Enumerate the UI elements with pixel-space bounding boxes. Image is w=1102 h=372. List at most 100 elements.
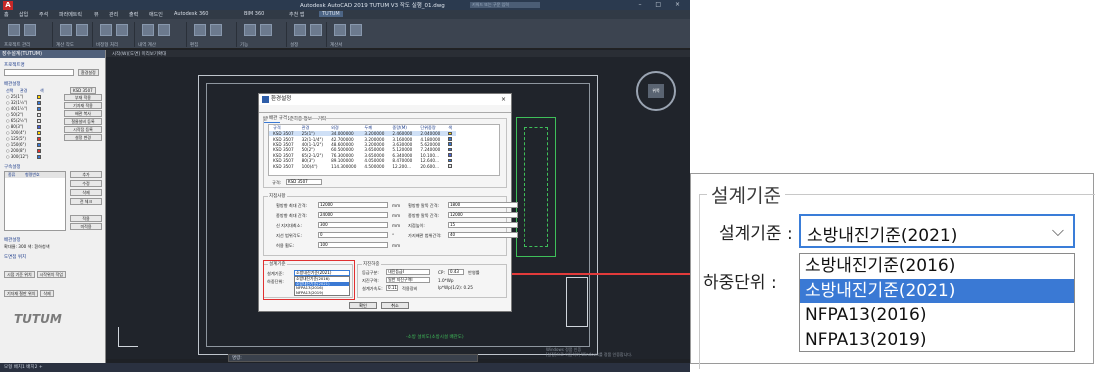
color-swatch[interactable] bbox=[448, 164, 453, 168]
color-swatch[interactable] bbox=[448, 131, 453, 136]
ribbon-tool-icon[interactable] bbox=[158, 24, 170, 36]
ribbon-tool-icon[interactable] bbox=[100, 24, 112, 36]
seismic-grade-select[interactable]: 내진등급Ⅰ bbox=[386, 269, 430, 275]
color-swatch[interactable] bbox=[448, 147, 453, 152]
ribbon-tab[interactable]: Autodesk 360 bbox=[174, 11, 209, 17]
ok-button[interactable]: 확인 bbox=[349, 302, 377, 309]
color-swatch[interactable] bbox=[36, 125, 41, 129]
anchor-button[interactable]: 시작위치 작업 bbox=[36, 271, 66, 278]
color-swatch[interactable] bbox=[36, 137, 41, 141]
support-action-button[interactable]: 추가 bbox=[70, 171, 102, 178]
anchor-button[interactable]: 시점 기준 위치 bbox=[4, 271, 35, 278]
ribbon-tool-icon[interactable] bbox=[334, 24, 346, 36]
ratio-checkbox[interactable]: 반영률 bbox=[468, 270, 480, 276]
color-swatch[interactable] bbox=[36, 119, 41, 123]
autocad-logo-icon[interactable]: A bbox=[3, 1, 13, 10]
color-swatch[interactable] bbox=[36, 107, 41, 111]
callout-option[interactable]: NFPA13(2019) bbox=[800, 328, 1074, 353]
callout-option-list[interactable]: 소방내진기준(2016) 소방내진기준(2021) NFPA13(2016) NFPA… bbox=[799, 253, 1075, 352]
color-swatch[interactable] bbox=[36, 101, 41, 105]
ribbon-tab[interactable]: 뷰 bbox=[94, 11, 99, 18]
color-swatch[interactable] bbox=[36, 143, 41, 147]
apply-equipment-checkbox[interactable]: 적용장비 bbox=[402, 286, 417, 292]
support-action-button[interactable]: 수정 bbox=[70, 180, 102, 187]
zone-select[interactable]: 일반 지진구역Ⅰ bbox=[386, 277, 430, 283]
factor-field[interactable]: 0.11 bbox=[386, 285, 398, 291]
spacing-field-input[interactable]: 100 bbox=[318, 242, 388, 248]
spacing-field-input[interactable]: 24000 bbox=[318, 212, 388, 218]
support-list[interactable]: 종류 형명번호 bbox=[4, 171, 66, 231]
ribbon-tool-icon[interactable] bbox=[8, 24, 20, 36]
chevron-down-icon[interactable]: ⌵ bbox=[1052, 221, 1064, 241]
option-row[interactable]: 확대율: 300 색: 흰하청색 bbox=[4, 244, 101, 250]
spacing-field-input[interactable]: 0 bbox=[318, 232, 388, 238]
ribbon-tool-icon[interactable] bbox=[350, 24, 362, 36]
ribbon-tab[interactable]: 추천 앱 bbox=[289, 11, 304, 18]
steel-action-button[interactable]: 기자재 적용 bbox=[64, 102, 102, 109]
ribbon-tool-icon[interactable] bbox=[210, 24, 222, 36]
search-input[interactable]: 키워드 또는 구문 입력 bbox=[470, 2, 540, 8]
close-icon[interactable]: × bbox=[501, 94, 506, 105]
spacing-field-input[interactable]: 12000 bbox=[448, 212, 518, 218]
spacing-field-input[interactable]: 12000 bbox=[318, 202, 388, 208]
ribbon-tool-icon[interactable] bbox=[260, 24, 272, 36]
cancel-button[interactable]: 취소 bbox=[381, 302, 409, 309]
environment-settings-button[interactable]: 환경설정 bbox=[78, 69, 99, 76]
ribbon-tab[interactable]: 관리 bbox=[109, 11, 118, 18]
anchor-button[interactable]: 기자재 철판 위치 bbox=[4, 290, 39, 297]
ribbon-tool-icon[interactable] bbox=[116, 24, 128, 36]
color-swatch[interactable] bbox=[36, 95, 41, 99]
callout-design-select[interactable]: 소방내진기준(2021) ⌵ bbox=[799, 214, 1075, 248]
support-action-button[interactable]: 전 체크 bbox=[70, 198, 102, 205]
ribbon-tab[interactable]: TUTUM bbox=[319, 11, 343, 17]
steel-action-button[interactable]: 배관 복사 bbox=[64, 110, 102, 117]
ribbon-tab[interactable]: 출력 bbox=[129, 11, 138, 18]
ribbon-tool-icon[interactable] bbox=[76, 24, 88, 36]
ribbon-tab[interactable]: 홈 bbox=[4, 11, 9, 18]
color-swatch[interactable] bbox=[36, 155, 41, 159]
viewcube-compass[interactable]: 위쪽 bbox=[636, 71, 676, 111]
color-swatch[interactable] bbox=[448, 137, 453, 141]
ribbon-tab[interactable]: 파라메트릭 bbox=[59, 11, 82, 18]
steel-size-item[interactable]: ○ 300(12") bbox=[0, 154, 60, 160]
command-line[interactable]: 명령: bbox=[228, 354, 478, 362]
ribbon-tool-icon[interactable] bbox=[194, 24, 206, 36]
ribbon-tool-icon[interactable] bbox=[310, 24, 322, 36]
pipe-spec-table-wrap[interactable]: 규격 관경 외경 두께 중량(M) 단위중량 색 KSD 3507 25(1") 34.0000… bbox=[268, 124, 500, 176]
ribbon-tab[interactable]: 삽입 bbox=[19, 11, 28, 18]
color-swatch[interactable] bbox=[448, 153, 453, 157]
ribbon-tab[interactable]: 애드인 bbox=[149, 11, 163, 18]
spacing-field-input[interactable]: 1800 bbox=[448, 202, 518, 208]
ribbon-tab[interactable]: 주석 bbox=[39, 11, 48, 18]
color-swatch[interactable] bbox=[448, 142, 453, 146]
steel-action-button[interactable]: 시작점 등록 bbox=[64, 126, 102, 133]
callout-option[interactable]: NFPA13(2016) bbox=[800, 303, 1074, 328]
color-swatch[interactable] bbox=[448, 158, 453, 163]
layout-tabs[interactable]: 모형 배치1 배치2 + bbox=[4, 364, 43, 370]
color-swatch[interactable] bbox=[36, 131, 41, 135]
support-apply-button[interactable]: 미적용 bbox=[70, 223, 102, 230]
support-action-button[interactable]: 삭제 bbox=[70, 189, 102, 196]
support-apply-button[interactable]: 적용 bbox=[70, 215, 102, 222]
steel-standard-select[interactable]: KSD 3507 bbox=[70, 87, 96, 94]
ribbon-tool-icon[interactable] bbox=[142, 24, 154, 36]
ribbon-tool-icon[interactable] bbox=[24, 24, 36, 36]
steel-action-button[interactable]: 부재 적용 bbox=[64, 94, 102, 101]
project-name-field[interactable] bbox=[4, 69, 74, 76]
callout-option[interactable]: 소방내진기준(2016) bbox=[800, 254, 1074, 279]
window-controls[interactable]: – □ × bbox=[638, 1, 686, 8]
steel-action-button[interactable]: 철물설비 등록 bbox=[64, 118, 102, 125]
ribbon-tab[interactable]: BIM 360 bbox=[244, 11, 264, 17]
ribbon-tool-icon[interactable] bbox=[294, 24, 306, 36]
spacing-field-input[interactable]: 40 bbox=[448, 232, 518, 238]
ribbon-tool-icon[interactable] bbox=[60, 24, 72, 36]
spacing-field-input[interactable]: 15 bbox=[448, 222, 518, 228]
table-row[interactable]: KSD 3507 100(4") 114.300000 4.500000 12.200.… bbox=[269, 163, 456, 169]
spacing-field-input[interactable]: 300 bbox=[318, 222, 388, 228]
standard-select[interactable]: KSD 3507 bbox=[286, 179, 322, 185]
viewcube-top-face[interactable]: 위쪽 bbox=[648, 84, 664, 98]
color-swatch[interactable] bbox=[36, 149, 41, 153]
anchor-button[interactable]: 삭제 bbox=[40, 290, 54, 297]
color-swatch[interactable] bbox=[36, 113, 41, 117]
steel-action-button[interactable]: 설정 변경 bbox=[64, 134, 102, 141]
